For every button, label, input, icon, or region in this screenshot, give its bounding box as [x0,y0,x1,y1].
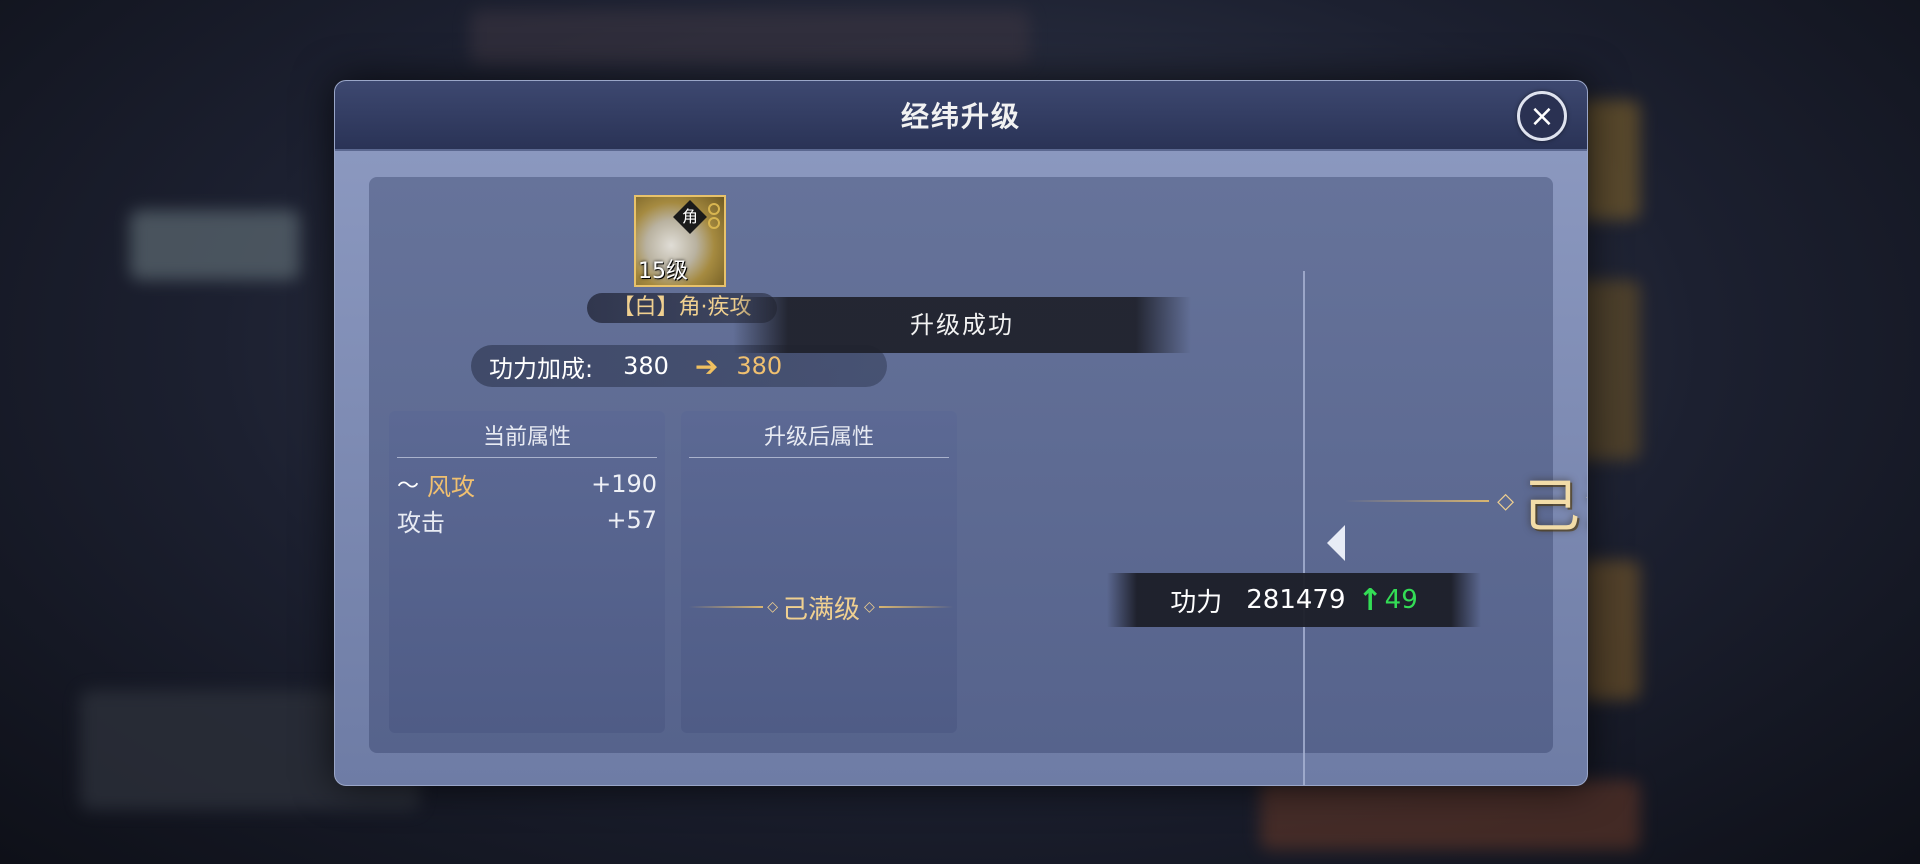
arrow-right-icon: ➔ [694,349,719,383]
blurred-element [130,210,300,280]
blurred-element [1260,780,1640,850]
upgraded-attributes-panel: 升级后属性 ◇ 己满级 ◇ [681,411,957,733]
close-icon: × [1529,98,1555,134]
upgrade-success-banner: 升级成功 [733,297,1191,353]
up-arrow-icon: ↑ [1357,582,1383,618]
power-increase: 49 [1384,585,1418,615]
left-arrow-icon [1327,525,1345,561]
attribute-row: 攻击 +57 [397,503,657,537]
max-level-indicator: ◇ 己满级 ◇ [1345,463,1587,540]
wind-icon: 〜 [397,474,420,499]
blurred-element [1580,560,1640,700]
max-level-text-small: 己满级 [782,594,861,625]
dialog-title: 经纬升级 [900,100,1021,133]
power-label: 功力 [1170,587,1223,618]
max-level-indicator-small: ◇ 己满级 ◇ [689,587,954,627]
max-level-text: 己满级 [1522,472,1587,540]
blurred-element [470,10,1030,65]
dialog-title-bar: 经纬升级 [335,81,1587,151]
close-button[interactable]: × [1517,91,1567,141]
vertical-divider [1303,271,1305,785]
item-type-badge: 角 [673,200,707,234]
current-attributes-panel: 当前属性 〜 风攻 +190 攻击 +57 [389,411,665,733]
item-icon[interactable]: 角 15级 [634,195,726,287]
current-attributes-title: 当前属性 [397,419,657,458]
item-level: 15级 [638,259,688,284]
attribute-name: 攻击 [397,508,445,537]
diamond-icon: ◇ [864,599,875,615]
power-bonus-label: 功力加成: [489,354,594,383]
power-value: 281479 [1246,585,1346,615]
ring-icons [708,203,720,231]
attribute-name: 风攻 [427,472,476,501]
attribute-row: 〜 风攻 +190 [397,467,657,501]
diamond-icon: ◇ [1497,488,1514,514]
upgrade-dialog: 经纬升级 × 角 15级 【白】角·疾攻 功力加成: 380 ➔ 380 升级成… [334,80,1588,786]
diamond-icon: ◇ [767,599,778,615]
attribute-value: +190 [591,470,657,498]
blurred-element [1580,100,1640,220]
power-bonus-old: 380 [623,352,669,380]
upgraded-attributes-title: 升级后属性 [689,419,949,458]
power-bonus-new: 380 [736,352,783,380]
power-change-popup: 功力 281479 ↑ 49 [1107,573,1481,627]
attribute-value: +57 [606,506,657,534]
